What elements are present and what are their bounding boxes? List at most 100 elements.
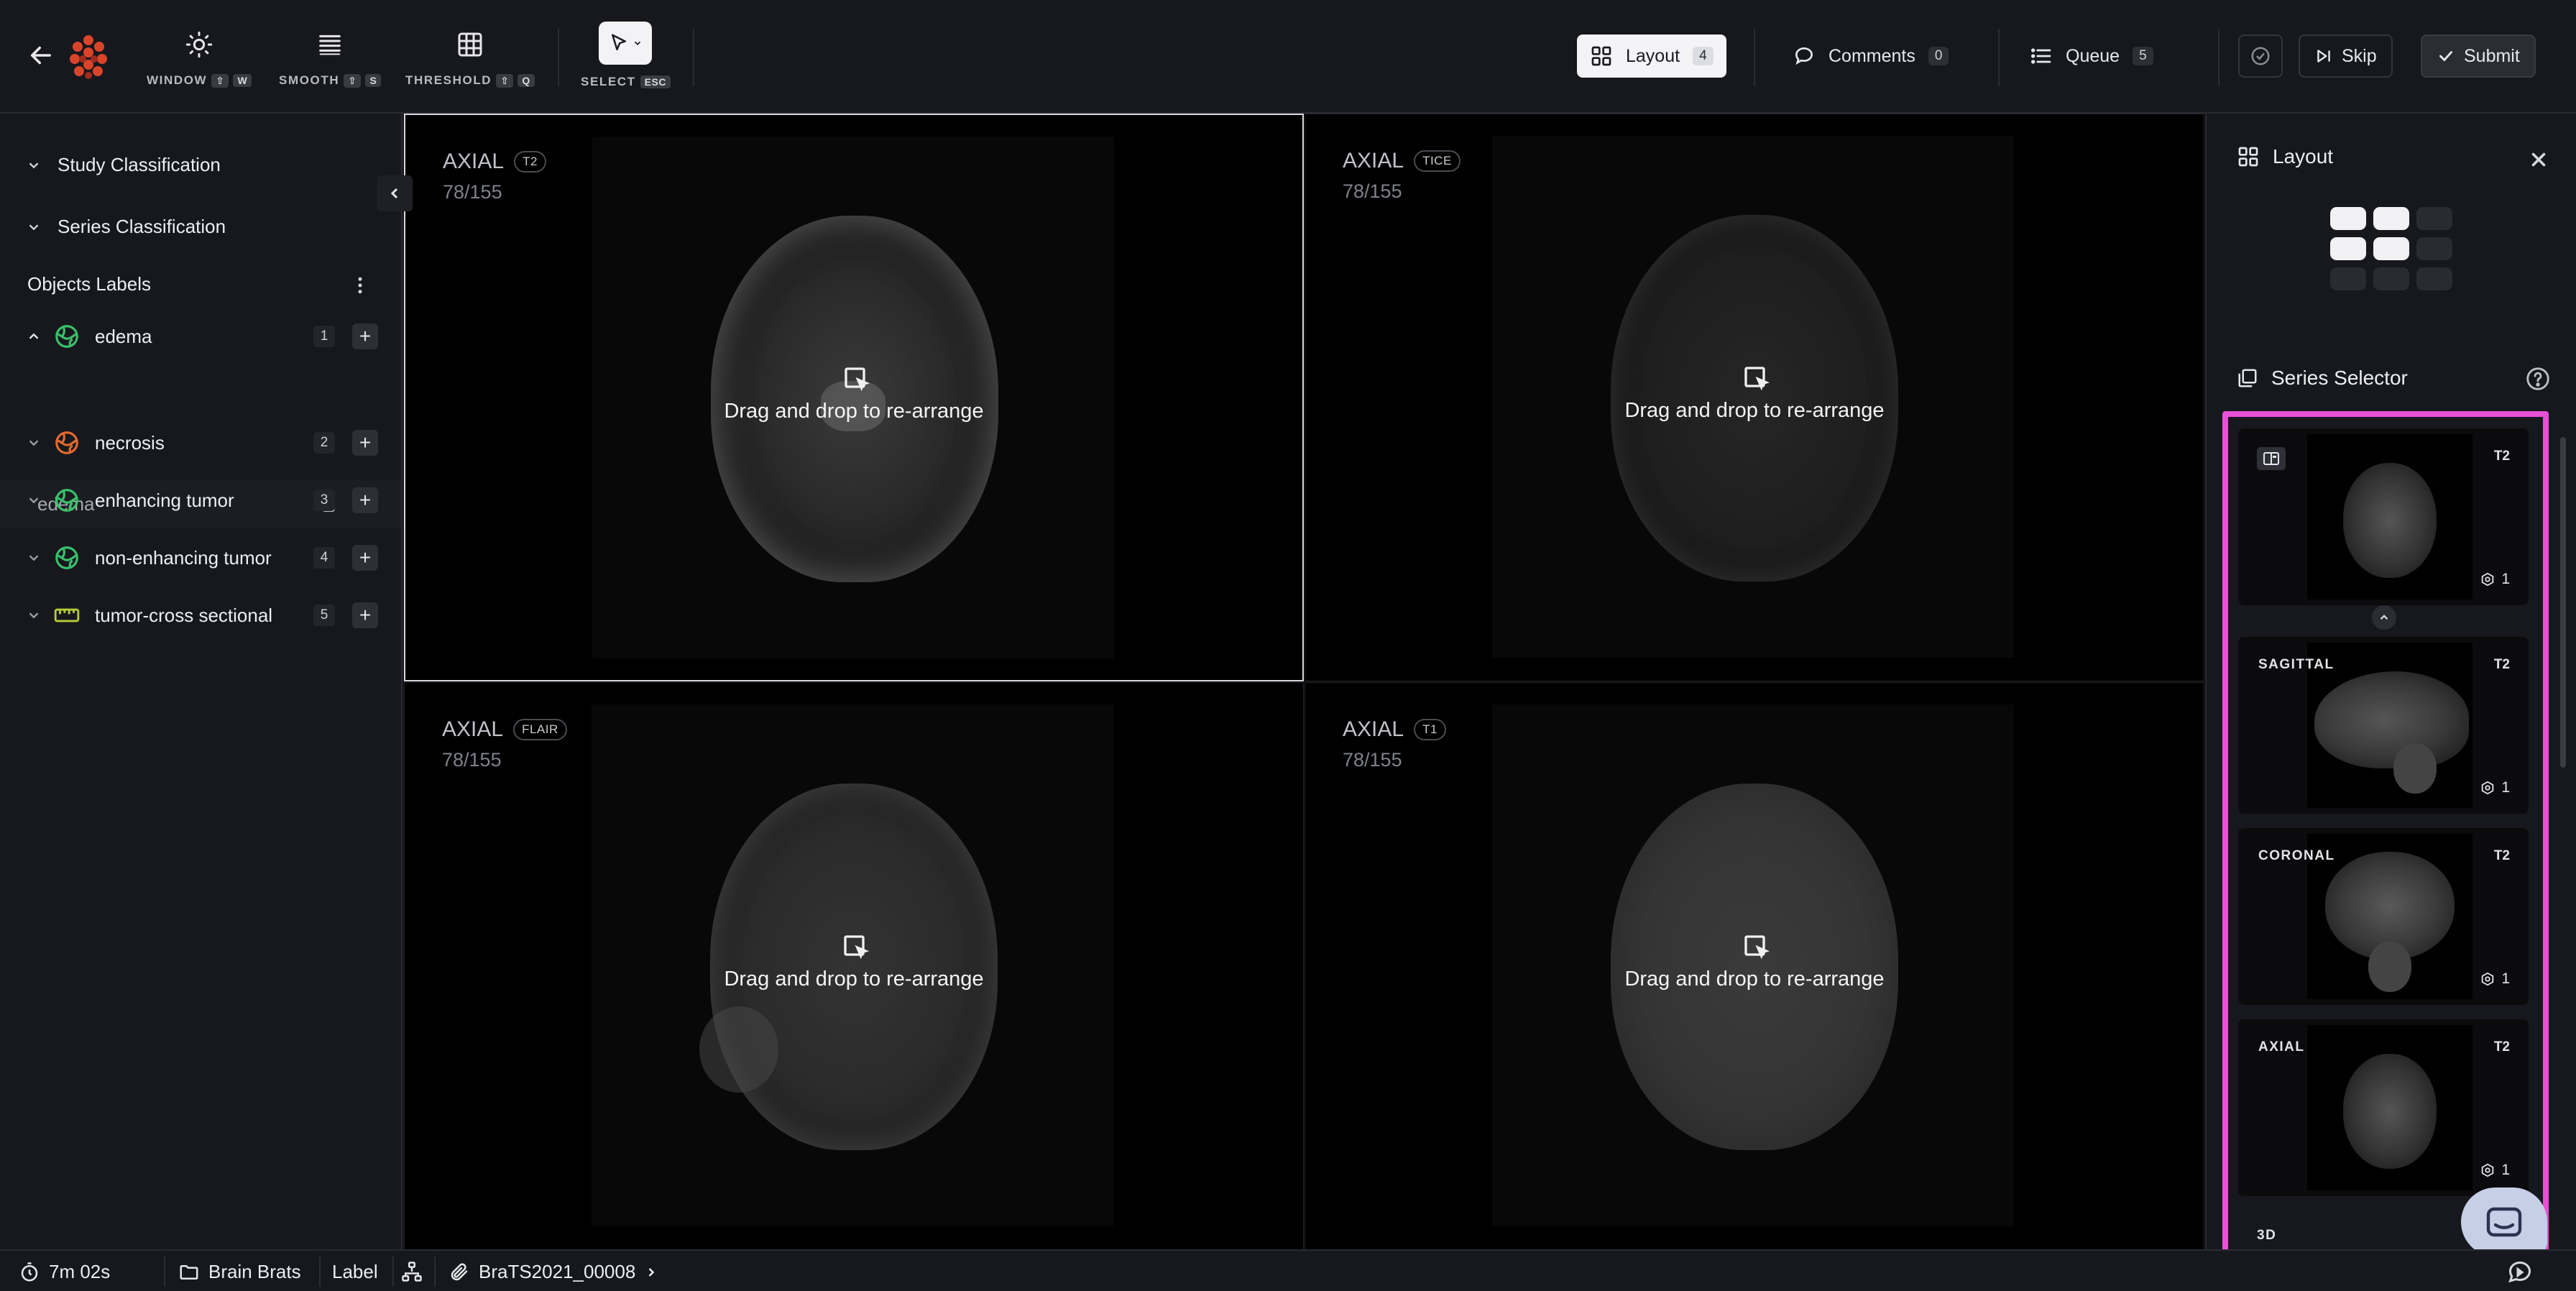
workflow-icon	[402, 1262, 422, 1282]
comments-count-badge: 0	[1928, 47, 1949, 65]
label-row-tumor-cross-sectional[interactable]: tumor-cross sectional 5 +	[26, 595, 378, 635]
check-circle-icon	[2251, 47, 2270, 65]
timer: 7m 02s	[19, 1261, 110, 1283]
collapse-sidebar-button[interactable]	[377, 175, 413, 211]
layout-cell[interactable]	[2373, 237, 2409, 260]
series-plane: AXIAL	[2258, 1039, 2305, 1055]
sequence-badge: T1	[1414, 719, 1446, 740]
toolbar-divider	[693, 29, 694, 86]
chevron-left-icon	[390, 188, 398, 199]
layout-grid-icon	[2238, 147, 2258, 167]
add-instance-button[interactable]: +	[352, 430, 378, 456]
cursor-icon	[612, 34, 627, 50]
layout-picker[interactable]	[2330, 207, 2452, 290]
plane-label: AXIAL	[443, 150, 505, 173]
layout-cell[interactable]	[2330, 207, 2366, 230]
label-count: 1	[313, 326, 335, 347]
skip-button[interactable]: Skip	[2299, 35, 2393, 78]
chat-launcher-button[interactable]	[2461, 1187, 2547, 1256]
smooth-tool[interactable]: SMOOTH ⇧ S	[279, 26, 382, 93]
chevron-down-icon[interactable]	[26, 550, 42, 566]
chevron-right-icon	[648, 1267, 655, 1277]
series-card[interactable]: AXIAL T2 1	[2238, 1019, 2529, 1196]
drag-drop-hint: Drag and drop to re-arrange	[724, 968, 984, 991]
workflow-icon-button[interactable]	[401, 1261, 423, 1282]
scrollbar[interactable]	[2560, 437, 2566, 768]
label-count: 5	[313, 605, 335, 626]
study-classification-section[interactable]: Study Classification	[26, 154, 221, 176]
case-link[interactable]: BraTS2021_00008	[448, 1261, 658, 1283]
shortcut-key: ESC	[640, 75, 671, 88]
viewport-axial-flair[interactable]: AXIAL FLAIR 78/155 Drag and drop to re-ar…	[404, 682, 1304, 1250]
series-card[interactable]: T2 1	[2238, 428, 2529, 605]
submit-button[interactable]: Submit	[2421, 35, 2536, 78]
threshold-tool[interactable]: THRESHOLD ⇧ Q	[405, 26, 535, 93]
select-tool-button[interactable]	[599, 22, 653, 65]
add-instance-button[interactable]: +	[352, 602, 378, 628]
label-row-edema[interactable]: edema 1 +	[26, 316, 378, 357]
top-toolbar: WINDOW ⇧ W SMOOTH ⇧ S THRESHOLD ⇧ Q SELECT ESC …	[0, 0, 2576, 114]
layout-cell[interactable]	[2373, 207, 2409, 230]
series-card[interactable]: SAGITTAL T2 1	[2238, 637, 2529, 814]
viewport-axial-t2[interactable]: AXIAL T2 78/155 Drag and drop to re-arran…	[404, 114, 1304, 681]
chevron-down-icon	[635, 41, 641, 45]
more-options-icon[interactable]	[349, 275, 371, 296]
mri-scan-image[interactable]	[1492, 704, 2014, 1226]
series-card[interactable]: CORONAL T2 1	[2238, 828, 2529, 1005]
label-row-enhancing-tumor[interactable]: enhancing tumor 3 +	[26, 480, 378, 520]
mri-scan-image[interactable]	[592, 704, 1113, 1226]
label-name: necrosis	[95, 431, 165, 454]
list-icon	[2031, 48, 2051, 64]
divider	[434, 1256, 436, 1287]
close-icon[interactable]	[2526, 147, 2552, 173]
divider	[319, 1256, 321, 1287]
series-classification-section[interactable]: Series Classification	[26, 216, 226, 238]
chevron-down-icon[interactable]	[26, 492, 42, 508]
paperclip-icon	[451, 1263, 468, 1280]
label-count: 4	[313, 547, 335, 569]
instance-count: 1	[2501, 970, 2510, 987]
add-instance-button[interactable]: +	[352, 323, 378, 349]
chevron-down-icon[interactable]	[26, 435, 42, 451]
layout-cell[interactable]	[2330, 267, 2366, 290]
mode-text: Label	[332, 1261, 378, 1282]
add-instance-button[interactable]: +	[352, 487, 378, 513]
chevron-up-icon[interactable]	[2372, 605, 2396, 630]
project-link[interactable]: Brain Brats	[178, 1261, 301, 1283]
back-arrow-icon[interactable]	[26, 40, 56, 70]
chevron-down-icon	[29, 224, 39, 230]
help-icon[interactable]	[2524, 365, 2552, 392]
add-instance-button[interactable]: +	[352, 545, 378, 571]
right-panel: Layout Series Selector T2 1 SAGITTAL T2 …	[2205, 114, 2576, 1291]
series-classification-label: Series Classification	[58, 216, 226, 237]
queue-count-badge: 5	[2133, 47, 2153, 65]
window-tool[interactable]: WINDOW ⇧ W	[147, 26, 252, 93]
series-plane: SAGITTAL	[2258, 657, 2334, 672]
instance-count-icon	[2482, 1163, 2494, 1177]
chevron-up-icon[interactable]	[26, 329, 42, 344]
mri-scan-image[interactable]	[592, 137, 1114, 658]
chat-icon	[2486, 1207, 2522, 1237]
layout-button-label: Layout	[1626, 45, 1680, 66]
layout-cell[interactable]	[2373, 267, 2409, 290]
label-row-non-enhancing-tumor[interactable]: non-enhancing tumor 4 +	[26, 538, 378, 578]
layout-cell[interactable]	[2416, 267, 2452, 290]
label-row-necrosis[interactable]: necrosis 2 +	[26, 423, 378, 463]
viewport-axial-t1[interactable]: AXIAL T1 78/155 Drag and drop to re-arran…	[1305, 682, 2204, 1250]
shortcut-key: ⇧	[496, 73, 514, 88]
chevron-down-icon[interactable]	[26, 607, 42, 623]
comments-button[interactable]: Comments 0	[1780, 35, 1961, 78]
viewport-axial-tice[interactable]: AXIAL TICE 78/155 Drag and drop to re-arr…	[1305, 114, 2204, 681]
feedback-icon[interactable]	[2507, 1259, 2533, 1285]
check-status-button[interactable]	[2238, 35, 2283, 78]
series-plane: 3D	[2257, 1228, 2277, 1243]
layout-cell[interactable]	[2416, 207, 2452, 230]
queue-button[interactable]: Queue 5	[2017, 35, 2166, 78]
select-tool[interactable]: SELECT ESC	[581, 22, 671, 89]
layout-cell[interactable]	[2416, 237, 2452, 260]
layout-button[interactable]: Layout 4	[1577, 35, 1726, 78]
series-sequence: T2	[2493, 657, 2510, 672]
mri-scan-image[interactable]	[1492, 136, 2014, 658]
layout-cell[interactable]	[2330, 237, 2366, 260]
plane-label: AXIAL	[1343, 149, 1404, 173]
